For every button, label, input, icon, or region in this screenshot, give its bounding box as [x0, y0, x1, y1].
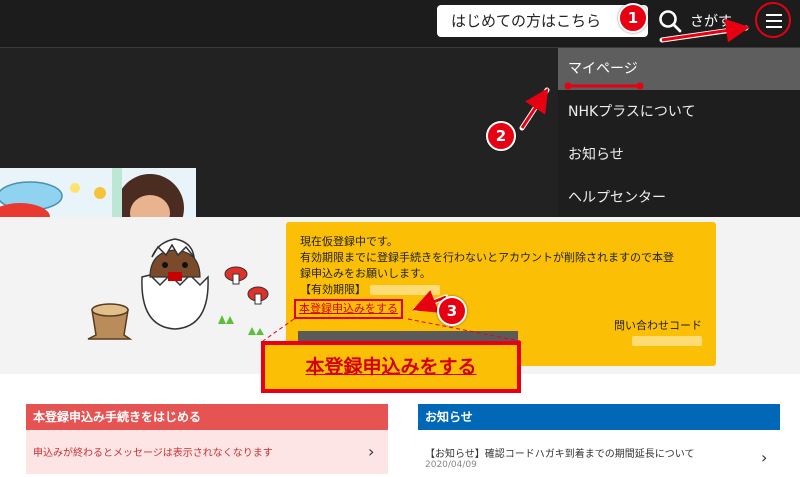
expiry-row: 【有効期限】	[300, 282, 702, 298]
menu-item-mypage[interactable]: マイページ	[558, 48, 800, 90]
registration-card-text: 申込みが終わるとメッセージは表示されなくなります	[33, 448, 273, 459]
search-label[interactable]: さがす	[690, 11, 732, 31]
news-card-header: お知らせ	[418, 404, 780, 430]
expiry-label: 【有効期限】	[300, 283, 366, 296]
hamburger-menu-icon[interactable]	[755, 2, 791, 38]
notice-line-3: 録申込みをお願いします。	[300, 267, 431, 280]
expiry-value-redacted	[369, 285, 440, 295]
menu-item-about-nhk-plus[interactable]: NHKプラスについて	[558, 91, 800, 133]
annotation-badge-3: 3	[437, 296, 467, 326]
chevron-right-icon: ›	[368, 442, 375, 461]
chevron-right-icon[interactable]: ›	[761, 448, 767, 467]
contact-code-label: 問い合わせコード	[614, 319, 702, 332]
first-time-users-button[interactable]: はじめての方はこちら	[437, 5, 648, 37]
site-header: はじめての方はこちら さがす	[0, 0, 800, 48]
domo-illustration	[87, 238, 269, 340]
menu-item-news[interactable]: お知らせ	[558, 134, 800, 176]
side-menu: マイページ NHKプラスについて お知らせ ヘルプセンター	[558, 48, 800, 217]
registration-card[interactable]: 本登録申込み手続きをはじめる 申込みが終わるとメッセージは表示されなくなります …	[26, 404, 388, 474]
hero-image	[0, 168, 196, 217]
annotation-badge-2: 2	[486, 121, 516, 151]
news-item-date: 2020/04/09	[425, 460, 477, 470]
registration-link-callout[interactable]: 本登録申込みをする	[261, 341, 521, 393]
news-item-title[interactable]: 【お知らせ】確認コードハガキ到着までの期間延長について	[425, 445, 695, 460]
notice-line-2: 有効期限までに登録手続きを行わないとアカウントが削除されますので本登	[300, 251, 674, 264]
menu-item-help-center[interactable]: ヘルプセンター	[558, 177, 800, 219]
registration-card-header: 本登録申込み手続きをはじめる	[26, 404, 388, 430]
search-icon[interactable]	[657, 8, 683, 34]
news-card: お知らせ 【お知らせ】確認コードハガキ到着までの期間延長について 2020/04…	[418, 404, 780, 474]
contact-code-value-redacted	[632, 336, 702, 346]
complete-registration-link[interactable]: 本登録申込みをする	[294, 299, 403, 319]
notice-line-1: 現在仮登録中です。	[300, 235, 398, 248]
annotation-badge-1: 1	[618, 3, 648, 33]
